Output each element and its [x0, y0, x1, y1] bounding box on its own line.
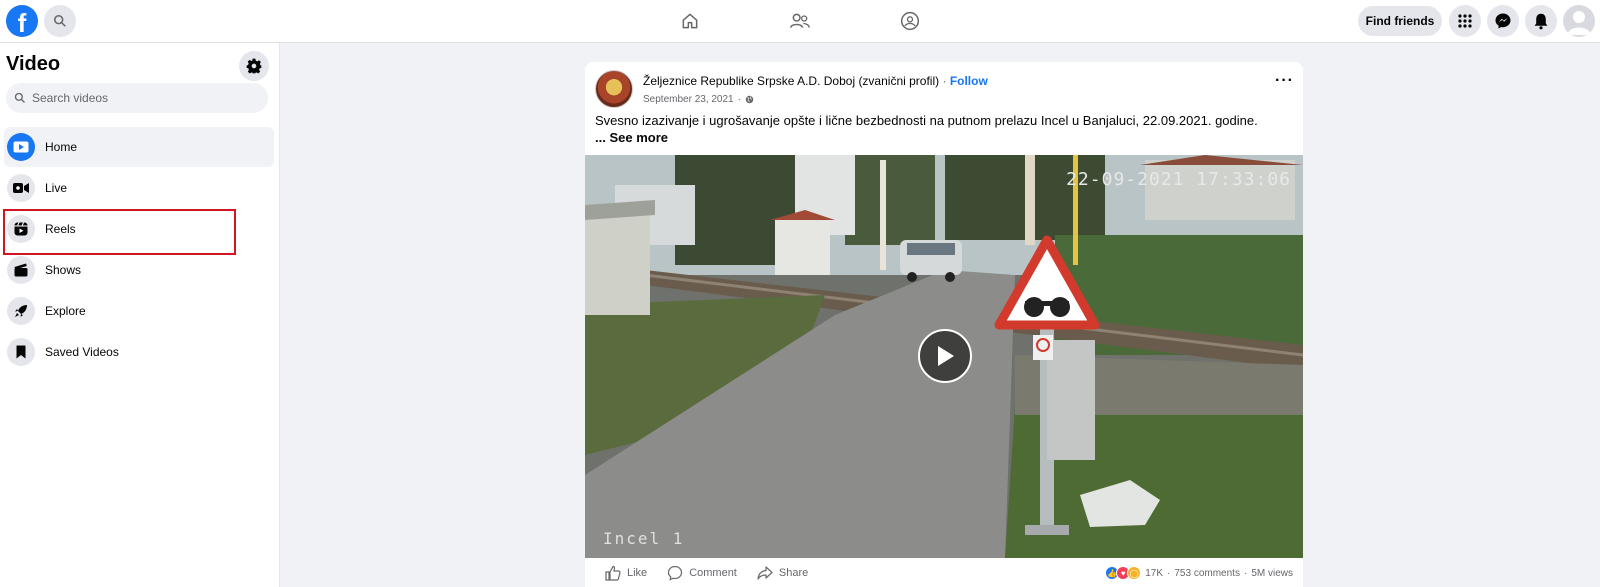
sidebar-item-label: Shows	[45, 263, 82, 277]
bell-icon	[1534, 13, 1548, 30]
sidebar-item-label: Home	[45, 140, 78, 154]
comment-label: Comment	[689, 566, 737, 579]
comment-bubble-icon	[668, 565, 683, 580]
sidebar-item-saved-videos[interactable]: Saved Videos	[4, 332, 274, 372]
bookmark-icon	[7, 338, 35, 366]
search-videos-field[interactable]	[6, 83, 268, 113]
post-date[interactable]: September 23, 2021	[643, 94, 734, 105]
post-more-options-icon[interactable]: ···	[1275, 72, 1294, 90]
stats-separator: ·	[1167, 567, 1171, 579]
find-friends-button[interactable]: Find friends	[1358, 6, 1442, 36]
profile-avatar[interactable]	[1563, 5, 1595, 37]
follow-button[interactable]: Follow	[950, 74, 988, 88]
views-count: 5M views	[1251, 567, 1293, 579]
play-icon	[938, 346, 954, 366]
search-icon	[14, 92, 25, 103]
menu-button[interactable]	[1449, 5, 1481, 37]
share-button[interactable]: Share	[757, 565, 808, 581]
sidebar-item-home[interactable]: Home	[4, 127, 274, 167]
gear-icon	[246, 58, 262, 74]
messenger-icon	[1495, 13, 1511, 29]
play-button[interactable]	[918, 329, 972, 383]
search-button[interactable]	[44, 5, 76, 37]
comment-button[interactable]: Comment	[667, 565, 737, 581]
facebook-logo[interactable]: f	[6, 5, 38, 37]
nav-home[interactable]	[678, 9, 702, 33]
video-settings-button[interactable]	[239, 51, 269, 81]
video-timestamp-overlay: 22-09-2021 17:33:06	[1066, 169, 1291, 190]
post-header-line: Željeznice Republike Srpske A.D. Doboj (…	[643, 74, 988, 88]
comments-count[interactable]: 753 comments	[1174, 568, 1240, 579]
live-camera-icon	[7, 174, 35, 202]
video-sidebar: Video Home Live Reels Shows Explore	[0, 43, 280, 587]
like-label: Like	[627, 566, 648, 579]
sidebar-item-label: Explore	[45, 304, 86, 318]
home-icon	[682, 13, 698, 29]
share-label: Share	[778, 566, 809, 579]
top-navigation-bar: f Find friends	[0, 0, 1600, 43]
search-icon	[53, 14, 66, 27]
globe-icon	[745, 95, 754, 104]
sidebar-title: Video	[6, 53, 61, 75]
grid-menu-icon	[1458, 14, 1472, 28]
groups-icon	[900, 11, 920, 31]
video-player[interactable]: 22-09-2021 17:33:06 Incel 1	[585, 155, 1303, 558]
post-text: Svesno izazivanje i ugrošavanje opšte i …	[595, 112, 1295, 146]
post-meta: September 23, 2021 ·	[643, 94, 754, 105]
search-videos-input[interactable]	[32, 91, 252, 105]
camera-label-overlay: Incel 1	[603, 529, 685, 548]
video-play-icon	[7, 133, 35, 161]
like-button[interactable]: Like	[605, 565, 647, 581]
reaction-count[interactable]: 17K	[1145, 568, 1163, 579]
video-post-card: Željeznice Republike Srpske A.D. Doboj (…	[585, 62, 1303, 587]
sidebar-item-explore[interactable]: Explore	[4, 291, 274, 331]
reels-highlight-box	[3, 209, 236, 255]
rocket-icon	[7, 297, 35, 325]
post-stats: 👍 ♥ ◯ 17K · 753 comments · 5M views	[1105, 566, 1293, 580]
nav-friends[interactable]	[788, 9, 812, 33]
friends-icon	[790, 13, 810, 28]
page-avatar[interactable]	[595, 70, 633, 108]
reaction-icons[interactable]: 👍 ♥ ◯	[1105, 566, 1142, 580]
wow-reaction-icon: ◯	[1127, 566, 1142, 580]
notifications-button[interactable]	[1525, 5, 1557, 37]
post-author-name[interactable]: Željeznice Republike Srpske A.D. Doboj (…	[643, 74, 939, 88]
sidebar-item-label: Saved Videos	[45, 345, 119, 359]
clapperboard-icon	[7, 256, 35, 284]
stats-separator: ·	[1243, 567, 1248, 579]
thumbs-up-icon	[605, 565, 621, 581]
see-more-link[interactable]: ... See more	[595, 130, 668, 145]
sidebar-item-live[interactable]: Live	[4, 168, 274, 208]
post-body: Svesno izazivanje i ugrošavanje opšte i …	[595, 113, 1258, 128]
post-separator: ·	[939, 74, 950, 88]
sidebar-item-shows[interactable]: Shows	[4, 250, 274, 290]
sidebar-item-label: Live	[45, 181, 68, 195]
messenger-button[interactable]	[1487, 5, 1519, 37]
nav-groups[interactable]	[898, 9, 922, 33]
post-date-separator: ·	[737, 94, 741, 105]
user-silhouette-icon	[1567, 11, 1591, 35]
share-arrow-icon	[757, 565, 773, 580]
